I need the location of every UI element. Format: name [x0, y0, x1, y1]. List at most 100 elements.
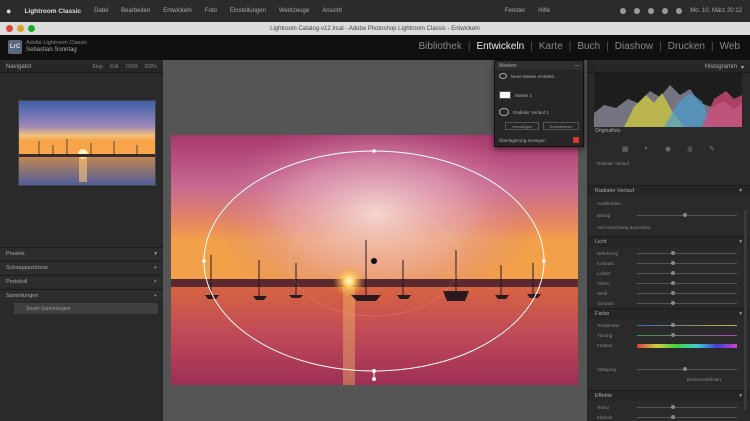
collections-section[interactable]: Sammlungen + — [0, 289, 163, 301]
show-overlay-toggle[interactable]: Überlagerung anzeigen — [499, 138, 546, 143]
apple-menu-icon[interactable]: ● — [6, 6, 11, 16]
zoom-300[interactable]: 300% — [144, 64, 157, 70]
slider-knob[interactable] — [671, 251, 675, 255]
minimize-window-icon[interactable] — [17, 25, 24, 32]
mask-tool-icon[interactable]: ◍ — [687, 145, 693, 153]
menu-datei[interactable]: Datei — [94, 8, 108, 14]
slider-knob[interactable] — [671, 281, 675, 285]
module-buch[interactable]: Buch — [577, 41, 600, 52]
slider-knob[interactable] — [671, 271, 675, 275]
exposure-slider[interactable] — [637, 253, 737, 254]
subtract-mask-button[interactable]: Subtrahieren — [543, 122, 579, 130]
zoom-100[interactable]: 100% — [125, 64, 138, 70]
zoom-window-icon[interactable] — [28, 25, 35, 32]
status-icon[interactable] — [648, 8, 655, 14]
module-entwickeln[interactable]: Entwickeln — [476, 41, 524, 52]
mask-amount-slider[interactable] — [637, 215, 737, 216]
window-title-bar: Lightroom Catalog-v12.lrcat - Adobe Phot… — [0, 22, 750, 35]
right-panel-scrollbar[interactable] — [744, 210, 747, 410]
menubar-clock[interactable]: Mo. 10. März 20:12 — [690, 8, 742, 14]
sunset-photo-image — [171, 135, 578, 385]
brush-tool-icon[interactable]: ✎ — [709, 145, 715, 153]
module-web[interactable]: Web — [720, 41, 740, 52]
effect-dropdown[interactable]: Benutzerdefiniert — [687, 376, 721, 382]
highlights-slider[interactable] — [637, 273, 737, 274]
eye-icon[interactable] — [499, 73, 507, 79]
menu-werkzeuge[interactable]: Werkzeuge — [279, 8, 309, 14]
minimize-icon[interactable]: — — [574, 63, 579, 69]
new-mask-row[interactable]: Neue Maske erstellen — [499, 73, 555, 79]
close-masks-icon[interactable] — [573, 137, 579, 143]
slider-knob[interactable] — [671, 301, 675, 305]
sub-mask-label: Radialer Verlauf 1 — [513, 109, 549, 115]
app-menu[interactable]: Lightroom Classic — [24, 8, 81, 15]
slider-knob[interactable] — [683, 367, 687, 371]
add-mask-button[interactable]: Hinzufügen — [505, 122, 539, 130]
color-section-label: Farbe — [595, 311, 610, 317]
edited-photo[interactable] — [171, 135, 578, 385]
collection-list-item[interactable]: Smart-Sammlungen — [14, 303, 158, 314]
add-icon[interactable]: + — [154, 265, 157, 271]
color-section-header[interactable]: Farbe ▾ — [587, 308, 750, 319]
module-diashow[interactable]: Diashow — [615, 41, 653, 52]
menu-fenster[interactable]: Fenster — [505, 8, 525, 14]
slider-knob[interactable] — [671, 291, 675, 295]
slider-knob[interactable] — [671, 261, 675, 265]
wifi-icon[interactable] — [662, 8, 669, 14]
snapshots-section[interactable]: Schnappschüsse + — [0, 261, 163, 273]
effects-section-header[interactable]: Effekte ▾ — [587, 390, 750, 401]
slider-label: Kontrast — [597, 260, 614, 266]
slider-knob[interactable] — [671, 415, 675, 419]
crop-tool-icon[interactable]: ▦ — [622, 145, 629, 153]
module-bibliothek[interactable]: Bibliothek — [418, 41, 461, 52]
module-drucken[interactable]: Drucken — [668, 41, 705, 52]
mask-section-header[interactable]: Radialer Verlauf ▾ — [587, 185, 750, 196]
mask-checkbox-label[interactable]: Auf Ausrichtung ausrichten — [597, 224, 651, 230]
module-karte[interactable]: Karte — [539, 41, 563, 52]
clarity-slider[interactable] — [637, 417, 737, 418]
search-icon[interactable] — [676, 8, 683, 14]
shadows-slider[interactable] — [637, 283, 737, 284]
blacks-slider[interactable] — [637, 303, 737, 304]
presets-section[interactable]: Presets ▾ — [0, 247, 163, 259]
saturation-slider[interactable] — [637, 369, 737, 370]
menu-foto[interactable]: Foto — [205, 8, 217, 14]
heal-tool-icon[interactable]: ◐ — [645, 145, 649, 152]
histogram[interactable] — [594, 73, 742, 127]
mask-1-row[interactable]: Maske 1 — [499, 91, 532, 99]
close-icon[interactable]: × — [154, 279, 157, 285]
add-icon[interactable]: + — [154, 293, 157, 299]
masks-panel-header[interactable]: Masken — — [495, 61, 583, 70]
navigator-header[interactable]: Navigator Einp. Füll. 100% 300% — [0, 62, 163, 73]
menu-entwickeln[interactable]: Entwickeln — [163, 8, 192, 14]
zoom-fill[interactable]: Füll. — [110, 64, 119, 70]
close-window-icon[interactable] — [6, 25, 13, 32]
histogram-header[interactable]: Histogramm ▾ — [587, 62, 750, 73]
menu-einstellungen[interactable]: Einstellungen — [230, 8, 266, 14]
light-section-header[interactable]: Licht ▾ — [587, 236, 750, 247]
macos-menubar: ● Lightroom Classic Datei Bearbeiten Ent… — [0, 0, 750, 22]
redeye-tool-icon[interactable]: ◉ — [665, 145, 671, 153]
slider-knob[interactable] — [671, 323, 675, 327]
zoom-fit[interactable]: Einp. — [93, 64, 104, 70]
whites-slider[interactable] — [637, 293, 737, 294]
menu-hilfe[interactable]: Hilfe — [538, 8, 550, 14]
navigator-thumbnail-image — [19, 101, 155, 185]
sub-mask-row[interactable]: Radialer Verlauf 1 — [499, 108, 549, 116]
texture-slider[interactable] — [637, 407, 737, 408]
tint-slider[interactable] — [637, 335, 737, 336]
hue-spectrum[interactable] — [637, 344, 737, 348]
status-icon[interactable] — [634, 8, 641, 14]
contrast-slider[interactable] — [637, 263, 737, 264]
menu-bearbeiten[interactable]: Bearbeiten — [121, 8, 150, 14]
menu-ansicht[interactable]: Ansicht — [322, 8, 342, 14]
temperature-slider[interactable] — [637, 325, 737, 326]
mask-amount-knob[interactable] — [683, 213, 687, 217]
navigator-preview[interactable] — [18, 100, 156, 186]
slider-knob[interactable] — [671, 405, 675, 409]
history-section[interactable]: Protokoll × — [0, 275, 163, 287]
collection-item-label: Smart-Sammlungen — [26, 305, 71, 312]
status-icon[interactable] — [620, 8, 627, 14]
slider-knob[interactable] — [671, 333, 675, 337]
module-separator: | — [568, 41, 572, 52]
